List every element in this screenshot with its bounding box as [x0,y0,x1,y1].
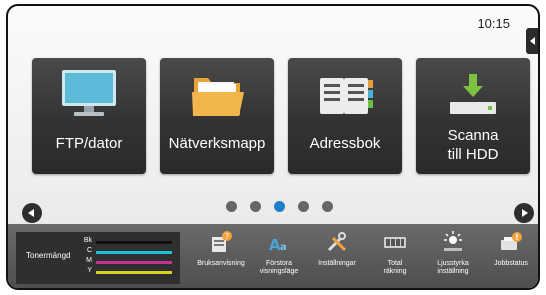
address-book-icon [288,66,402,122]
previous-page-button[interactable] [22,203,42,223]
toner-key: M [86,257,92,264]
toner-key: Y [87,267,92,274]
quick-tools: ? Bruksanvisning A a Förstora visningslä… [192,226,538,286]
tool-label: Ljusstyrka inställning [437,260,469,275]
page-dot[interactable] [298,201,309,212]
page-dot[interactable] [226,201,237,212]
toner-row-bk: Bk [78,237,174,246]
brightness-icon [441,230,465,254]
toner-bar [96,251,172,254]
tool-label: Inställningar [318,260,356,267]
tile-label: FTP/dator [55,135,123,152]
tile-ftp-pc[interactable]: FTP/dator [32,58,146,174]
toner-key: C [86,247,92,254]
tool-enlarge-display[interactable]: A a Förstora visningsläge [250,226,308,286]
toner-bar [96,261,172,264]
svg-text:!: ! [515,233,519,242]
tile-address-book[interactable]: Adressbok [288,58,402,174]
folder-icon [160,66,274,122]
toner-row-m: M [78,257,174,266]
page-dot-active[interactable] [274,201,285,212]
toner-row-y: Y [78,267,174,276]
shortcut-tiles: FTP/dator Nätverksmapp Adressbok Scanna … [32,58,532,174]
toner-label: Tonermängd [26,251,71,260]
settings-tools-icon [325,230,349,254]
toner-key: Bk [83,237,92,244]
tile-label: Adressbok [309,135,381,152]
counter-icon [383,230,407,254]
bottom-toolbar: Tonermängd Bk C M Y ? Bruksanvisning A a… [8,224,538,288]
tool-job-status[interactable]: ! Jobbstatus [482,226,538,286]
page-indicator [226,201,346,215]
tool-manual[interactable]: ? Bruksanvisning [192,226,250,286]
svg-text:a: a [280,242,287,253]
tool-brightness[interactable]: Ljusstyrka inställning [424,226,482,286]
toner-row-c: C [78,247,174,256]
tool-total-count[interactable]: Total räkning [366,226,424,286]
svg-text:?: ? [225,232,229,241]
next-page-button[interactable] [514,203,534,223]
tool-settings[interactable]: Inställningar [308,226,366,286]
toner-bar [96,271,172,274]
toner-level-panel: Tonermängd Bk C M Y [16,232,180,284]
monitor-icon [32,66,146,122]
toner-bar [96,241,172,244]
enlarge-display-icon: A a [267,230,291,254]
tile-scan-to-hdd[interactable]: Scanna till HDD [416,58,530,174]
tool-label: Förstora visningsläge [259,260,299,275]
manual-icon: ? [209,230,233,254]
touch-panel-screen: 10:15 FTP/dator Nätverksmapp Adressbok S… [6,4,540,290]
clock: 10:15 [477,16,510,31]
hdd-download-icon [416,66,530,122]
tool-label: Bruksanvisning [197,260,245,267]
tile-label: Scanna till HDD [447,127,499,163]
page-dot[interactable] [322,201,333,212]
tool-label: Jobbstatus [494,260,528,267]
page-dot[interactable] [250,201,261,212]
tool-label: Total räkning [383,260,407,275]
job-status-icon: ! [499,230,523,254]
tile-network-folder[interactable]: Nätverksmapp [160,58,274,174]
tile-label: Nätverksmapp [168,135,266,152]
side-panel-tab[interactable] [526,28,538,54]
